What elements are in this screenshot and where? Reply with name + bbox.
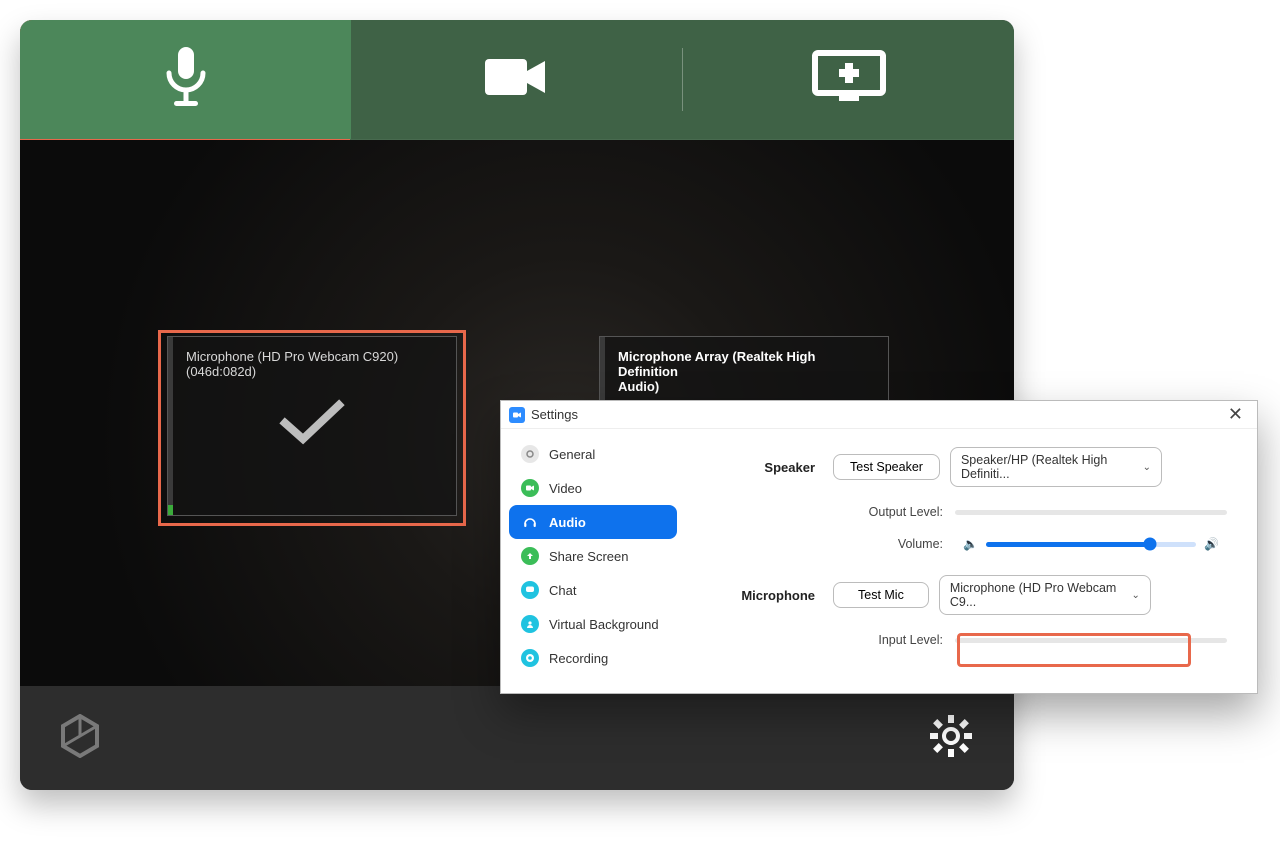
settings-sidebar: General Video Audio Share Screen Chat Vi… [501,429,685,693]
share-small-icon [521,547,539,565]
volume-slider[interactable] [986,542,1196,547]
video-camera-icon [481,53,553,106]
zoom-app-icon [509,407,525,423]
audio-tab[interactable] [20,20,351,139]
share-screen-icon [809,49,889,110]
mic-left-line1: Microphone (HD Pro Webcam C920) [186,349,442,364]
sidebar-label-share: Share Screen [549,549,629,564]
microphone-selected: Microphone (HD Pro Webcam C9... [950,581,1132,609]
volume-label: Volume: [705,537,943,551]
video-small-icon [521,479,539,497]
chevron-down-icon: ⌄ [1143,462,1151,473]
sidebar-item-vbg[interactable]: Virtual Background [509,607,677,641]
sidebar-label-chat: Chat [549,583,576,598]
test-mic-button[interactable]: Test Mic [833,582,929,608]
chevron-down-icon: ⌄ [1131,590,1139,601]
microphone-select[interactable]: Microphone (HD Pro Webcam C9... ⌄ [939,575,1151,615]
logo-icon [60,714,100,763]
sidebar-label-rec: Recording [549,651,608,666]
share-tab[interactable] [683,20,1014,139]
level-bar [168,337,173,515]
output-level-label: Output Level: [705,505,943,519]
chat-small-icon [521,581,539,599]
close-icon[interactable]: ✕ [1222,404,1249,425]
settings-titlebar: Settings ✕ [501,401,1257,429]
mic-right-line1: Microphone Array (Realtek High Definitio… [618,349,874,379]
sidebar-label-general: General [549,447,595,462]
record-small-icon [521,649,539,667]
input-level-label: Input Level: [705,633,943,647]
mic-option-left[interactable]: Microphone (HD Pro Webcam C920) (046d:08… [167,336,457,516]
speaker-high-icon: 🔊 [1196,537,1227,551]
vbg-small-icon [521,615,539,633]
sidebar-item-chat[interactable]: Chat [509,573,677,607]
checkmark-icon [182,397,442,447]
mic-right-line2: Audio) [618,379,874,394]
microphone-icon [158,45,214,114]
output-level-meter [955,510,1227,515]
sidebar-label-video: Video [549,481,582,496]
mic-left-line2: (046d:082d) [186,364,442,379]
test-speaker-button[interactable]: Test Speaker [833,454,940,480]
input-level-meter [955,638,1227,643]
sidebar-item-video[interactable]: Video [509,471,677,505]
sidebar-label-vbg: Virtual Background [549,617,659,632]
top-tabs [20,20,1014,140]
gear-small-icon [521,445,539,463]
speaker-select[interactable]: Speaker/HP (Realtek High Definiti... ⌄ [950,447,1162,487]
settings-gear-icon[interactable] [928,713,974,764]
sidebar-item-audio[interactable]: Audio [509,505,677,539]
zoom-settings-window: Settings ✕ General Video Audio Share Scr… [500,400,1258,694]
microphone-label: Microphone [705,588,815,603]
headphones-icon [521,513,539,531]
sidebar-item-general[interactable]: General [509,437,677,471]
speaker-label: Speaker [705,460,815,475]
video-tab[interactable] [351,20,682,139]
speaker-selected: Speaker/HP (Realtek High Definiti... [961,453,1143,481]
sidebar-label-audio: Audio [549,515,586,530]
sidebar-item-share[interactable]: Share Screen [509,539,677,573]
speaker-low-icon: 🔈 [955,537,986,551]
settings-content: Speaker Test Speaker Speaker/HP (Realtek… [685,429,1257,693]
settings-title: Settings [531,407,578,422]
bottom-bar [20,686,1014,790]
sidebar-item-recording[interactable]: Recording [509,641,677,675]
